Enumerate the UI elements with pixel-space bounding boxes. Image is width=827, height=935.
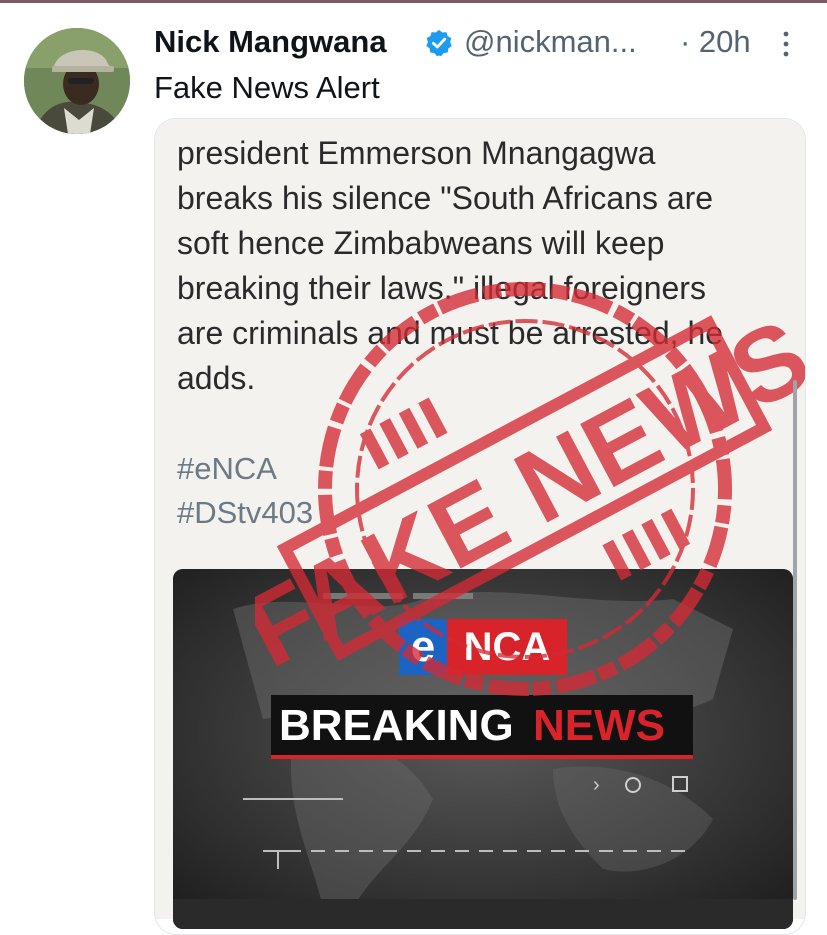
screenshot-image: president Emmerson Mnangagwa breaks his … bbox=[155, 119, 805, 929]
more-options-icon[interactable] bbox=[782, 30, 790, 58]
display-name[interactable]: Nick Mangwana bbox=[154, 24, 387, 60]
top-divider bbox=[0, 0, 827, 3]
avatar-photo bbox=[24, 28, 130, 134]
tweet-media-card[interactable]: president Emmerson Mnangagwa breaks his … bbox=[154, 118, 806, 935]
tweet-header: Nick Mangwana @nickman... · 20h bbox=[154, 24, 804, 64]
fake-news-stamp: FAKE NEWS bbox=[255, 282, 805, 696]
news-word: NEWS bbox=[533, 701, 665, 750]
tweet-timestamp[interactable]: · 20h bbox=[680, 24, 751, 60]
tweet-text: Fake News Alert bbox=[154, 70, 380, 105]
breaking-word: BREAKING bbox=[279, 701, 514, 750]
user-handle[interactable]: @nickman... bbox=[464, 24, 637, 60]
post-line: breaks his silence "South Africans are bbox=[177, 180, 714, 216]
verified-badge-icon bbox=[426, 29, 452, 57]
breaking-news-banner: BREAKING NEWS bbox=[271, 695, 693, 759]
avatar[interactable] bbox=[24, 28, 130, 134]
scrollbar[interactable] bbox=[793, 380, 797, 900]
svg-text:›: › bbox=[593, 774, 600, 796]
post-line: president Emmerson Mnangagwa bbox=[177, 135, 656, 171]
